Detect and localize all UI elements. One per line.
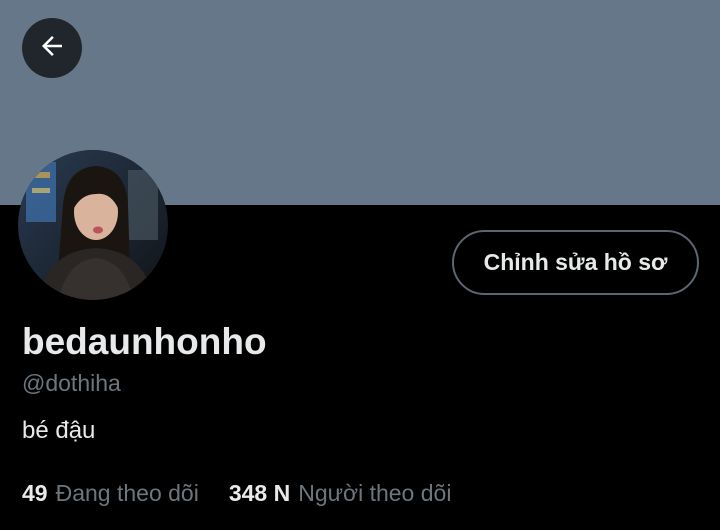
edit-profile-button[interactable]: Chỉnh sửa hồ sơ: [452, 230, 699, 295]
follow-stats: 49 Đang theo dõi 348 N Người theo dõi: [22, 478, 451, 508]
following-count: 49: [22, 480, 48, 506]
back-button[interactable]: [22, 18, 82, 78]
followers-label: Người theo dõi: [298, 480, 452, 506]
edit-profile-label: Chỉnh sửa hồ sơ: [483, 249, 668, 275]
following-link[interactable]: 49 Đang theo dõi: [22, 478, 199, 508]
following-label: Đang theo dõi: [55, 480, 199, 506]
profile-screen: Chỉnh sửa hồ sơ bedaunhonho @dothiha bé …: [0, 0, 720, 530]
user-handle: @dothiha: [22, 370, 121, 396]
arrow-left-icon: [37, 31, 67, 66]
followers-count: 348 N: [228, 480, 291, 506]
profile-bio: bé đậu: [22, 417, 96, 444]
display-name: bedaunhonho: [22, 321, 267, 362]
avatar[interactable]: [18, 150, 168, 300]
followers-link[interactable]: 348 N Người theo dõi: [229, 478, 452, 508]
